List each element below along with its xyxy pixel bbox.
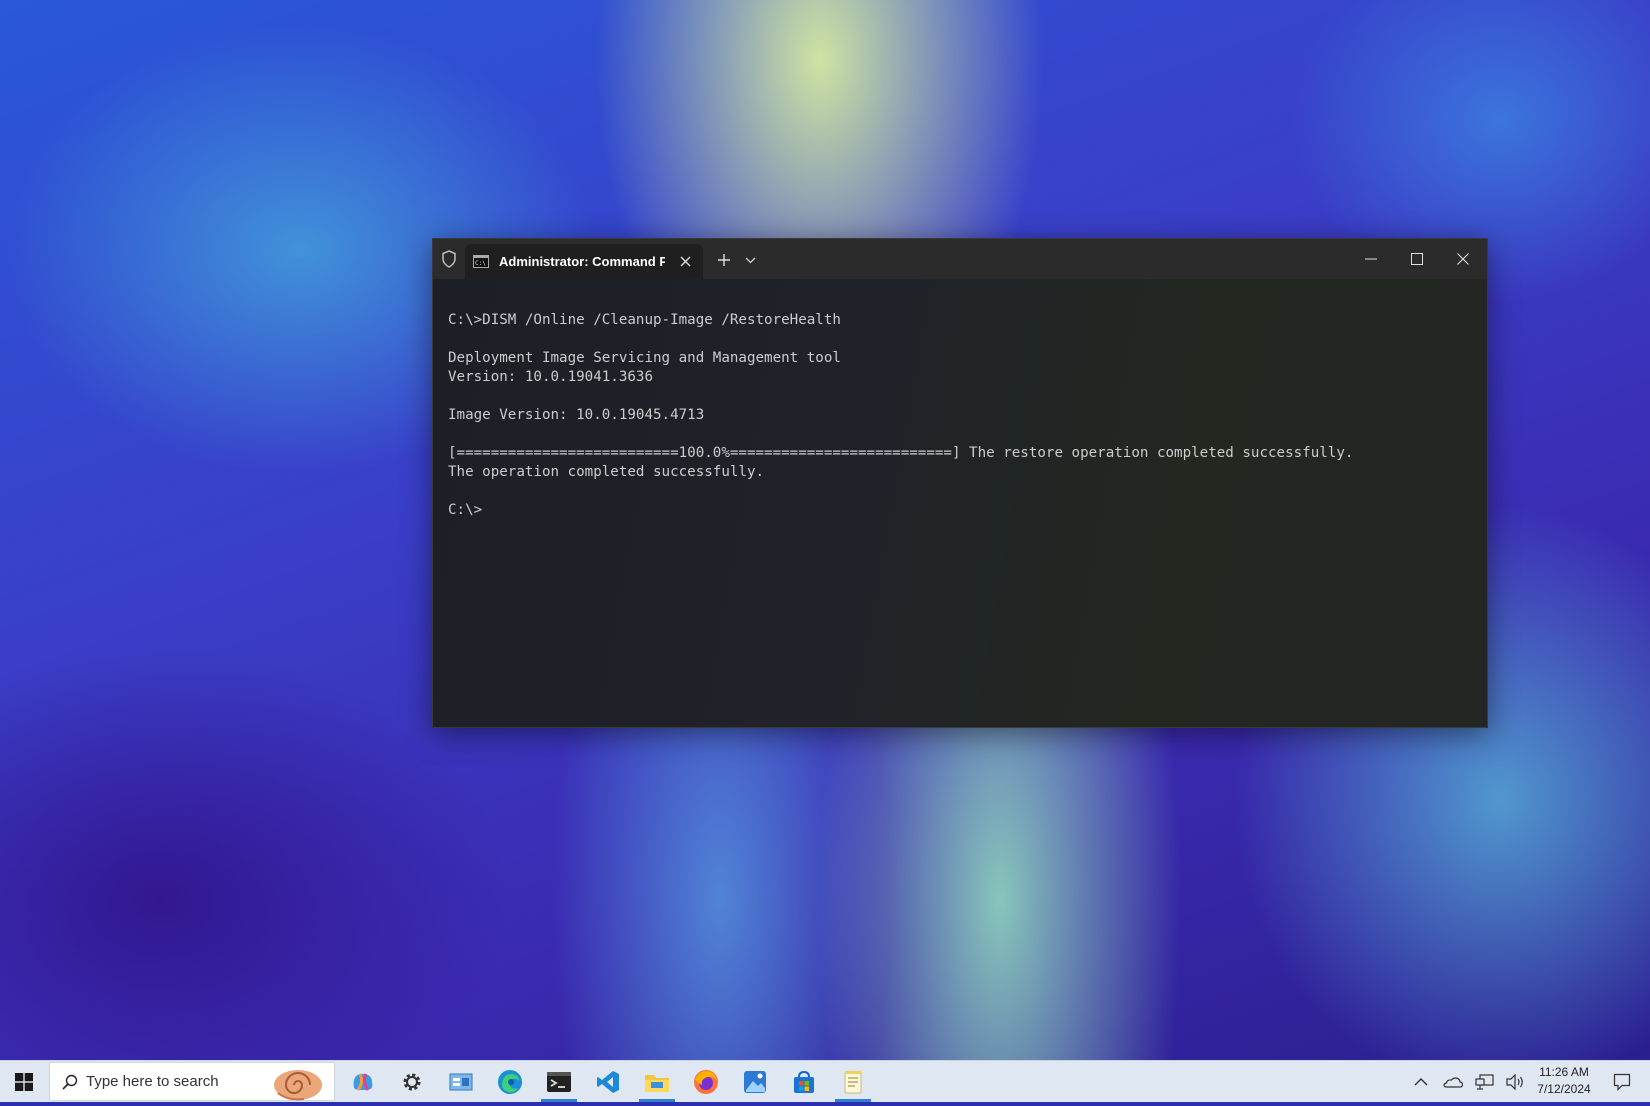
firefox-icon[interactable] (682, 1061, 730, 1102)
chevron-down-icon[interactable] (741, 251, 759, 269)
network-icon[interactable] (1470, 1061, 1500, 1102)
tab-title: Administrator: Command Prompt (499, 254, 665, 269)
windows-logo-icon (15, 1072, 33, 1091)
console-line: Image Version: 10.0.19045.4713 (448, 407, 705, 423)
notification-icon[interactable] (1604, 1061, 1640, 1102)
search-highlight-shell-icon (268, 1065, 326, 1106)
console-line: C:\>DISM /Online /Cleanup-Image /Restore… (448, 312, 841, 328)
vscode-icon[interactable] (584, 1061, 632, 1102)
control-panel-icon[interactable] (437, 1061, 485, 1102)
taskbar: Type here to search 11:26 AM 7/12/2024 (0, 1060, 1650, 1102)
copilot-icon[interactable] (339, 1061, 387, 1102)
edge-icon[interactable] (486, 1061, 534, 1102)
start-button[interactable] (0, 1061, 48, 1102)
console-line: Version: 10.0.19041.3636 (448, 369, 653, 385)
store-icon[interactable] (780, 1061, 828, 1102)
tab-command-prompt[interactable]: C:\ Administrator: Command Prompt (465, 244, 703, 279)
title-bar[interactable]: C:\ Administrator: Command Prompt (433, 239, 1487, 279)
settings-icon[interactable] (388, 1061, 436, 1102)
search-icon (62, 1074, 78, 1090)
minimize-icon[interactable] (1353, 245, 1389, 273)
new-tab-icon[interactable] (713, 249, 735, 271)
search-placeholder: Type here to search (86, 1073, 219, 1090)
file-explorer-icon[interactable] (633, 1061, 681, 1102)
clock[interactable]: 11:26 AM 7/12/2024 (1526, 1064, 1602, 1098)
terminal-window[interactable]: C:\ Administrator: Command Prompt C:\>DI… (432, 238, 1488, 728)
console-output[interactable]: C:\>DISM /Online /Cleanup-Image /Restore… (433, 279, 1487, 727)
terminal-icon[interactable] (535, 1061, 583, 1102)
search-input[interactable]: Type here to search (49, 1062, 335, 1101)
photos-icon[interactable] (731, 1061, 779, 1102)
console-line: Deployment Image Servicing and Managemen… (448, 350, 841, 366)
command-prompt-icon: C:\ (473, 255, 489, 268)
maximize-icon[interactable] (1399, 245, 1435, 273)
clock-time: 11:26 AM (1539, 1065, 1589, 1079)
onedrive-icon[interactable] (1438, 1061, 1468, 1102)
console-line: [==========================100.0%=======… (448, 445, 1354, 461)
console-prompt: C:\> (448, 502, 483, 518)
chevron-up-icon[interactable] (1406, 1061, 1436, 1102)
notepad-icon[interactable] (829, 1061, 877, 1102)
close-icon[interactable] (1445, 245, 1481, 273)
clock-date: 7/12/2024 (1537, 1082, 1591, 1096)
shield-icon (439, 249, 459, 269)
console-line: The operation completed successfully. (448, 464, 765, 480)
close-tab-icon[interactable] (677, 253, 693, 269)
svg-text:C:\: C:\ (475, 260, 486, 267)
